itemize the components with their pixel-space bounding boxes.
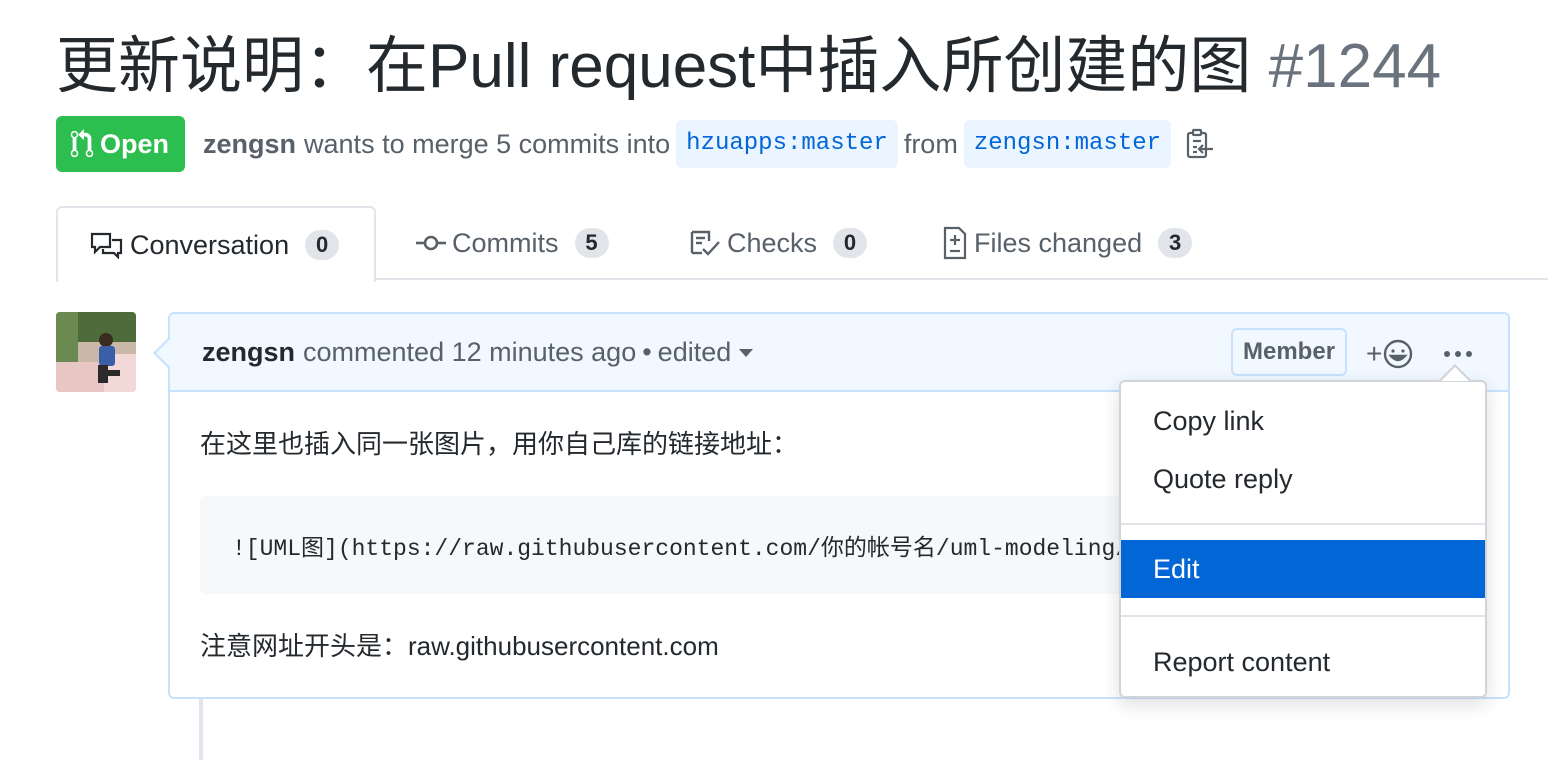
menu-divider (1121, 523, 1485, 525)
tab-counter: 3 (1158, 228, 1193, 258)
edited-label: edited (657, 336, 732, 367)
tab-label: Checks (727, 227, 818, 258)
timeline-line (199, 698, 203, 760)
tab-checks[interactable]: Checks 0 (689, 206, 868, 280)
comment-arrow-inner (156, 339, 170, 367)
tab-label: Conversation (130, 229, 290, 260)
menu-item-report-content[interactable]: Report content (1121, 633, 1485, 691)
git-commit-icon (416, 235, 446, 251)
caret-down-icon (739, 349, 754, 358)
pr-number: #1244 (1268, 32, 1442, 101)
dropdown-caret-inner (1441, 367, 1469, 381)
tab-counter: 0 (305, 230, 340, 260)
tab-counter: 5 (574, 228, 609, 258)
menu-divider (1121, 615, 1485, 617)
comment-timestamp[interactable]: commented 12 minutes ago (303, 337, 636, 368)
smiley-icon (1384, 339, 1413, 369)
pr-title-text: 更新说明：在Pull request中插入所创建的图 (56, 32, 1252, 101)
tab-counter: 0 (833, 228, 868, 258)
comment-discussion-icon (90, 232, 123, 259)
pr-tabs: Conversation 0 Commits 5 Checks 0 Files … (0, 206, 1548, 282)
menu-item-edit[interactable]: Edit (1121, 540, 1485, 598)
plus-sign: + (1366, 338, 1383, 369)
menu-item-copy-link[interactable]: Copy link (1121, 392, 1485, 450)
merge-description: zengsn wants to merge 5 commits into hzu… (203, 120, 1215, 168)
git-pull-request-icon (70, 129, 94, 158)
meta-separator: • (642, 336, 652, 367)
pr-meta: Open zengsn wants to merge 5 commits int… (56, 116, 1215, 172)
checklist-icon (690, 230, 720, 256)
head-branch[interactable]: zengsn:master (963, 120, 1172, 168)
avatar[interactable] (56, 312, 136, 392)
state-label: Open (100, 128, 170, 159)
from-text: from (903, 128, 958, 159)
tab-label: Files changed (974, 227, 1143, 258)
tab-files-changed[interactable]: Files changed 3 (942, 206, 1193, 280)
file-diff-icon (943, 226, 967, 260)
comment-options-menu: Copy link Quote reply Edit Report conten… (1119, 380, 1487, 698)
member-label: Member (1231, 328, 1348, 376)
comment-author-link[interactable]: zengsn (202, 337, 295, 368)
edited-dropdown[interactable]: edited (658, 337, 754, 368)
tab-conversation[interactable]: Conversation 0 (56, 206, 376, 282)
pr-page: 更新说明：在Pull request中插入所创建的图 #1244 Open ze… (0, 0, 1548, 760)
tab-label: Commits (452, 227, 559, 258)
tab-commits[interactable]: Commits 5 (416, 206, 609, 280)
add-reaction-button[interactable]: + (1366, 336, 1426, 372)
pr-author-link[interactable]: zengsn (203, 129, 296, 160)
kebab-horizontal-icon (1444, 351, 1472, 357)
menu-item-quote-reply[interactable]: Quote reply (1121, 450, 1485, 508)
state-badge: Open (56, 116, 186, 172)
merge-text: wants to merge 5 commits into (304, 128, 671, 159)
pr-title: 更新说明：在Pull request中插入所创建的图 #1244 (56, 28, 1441, 106)
avatar-image (56, 312, 136, 392)
clippy-icon[interactable] (1185, 128, 1215, 160)
base-branch[interactable]: hzuapps:master (676, 120, 898, 168)
